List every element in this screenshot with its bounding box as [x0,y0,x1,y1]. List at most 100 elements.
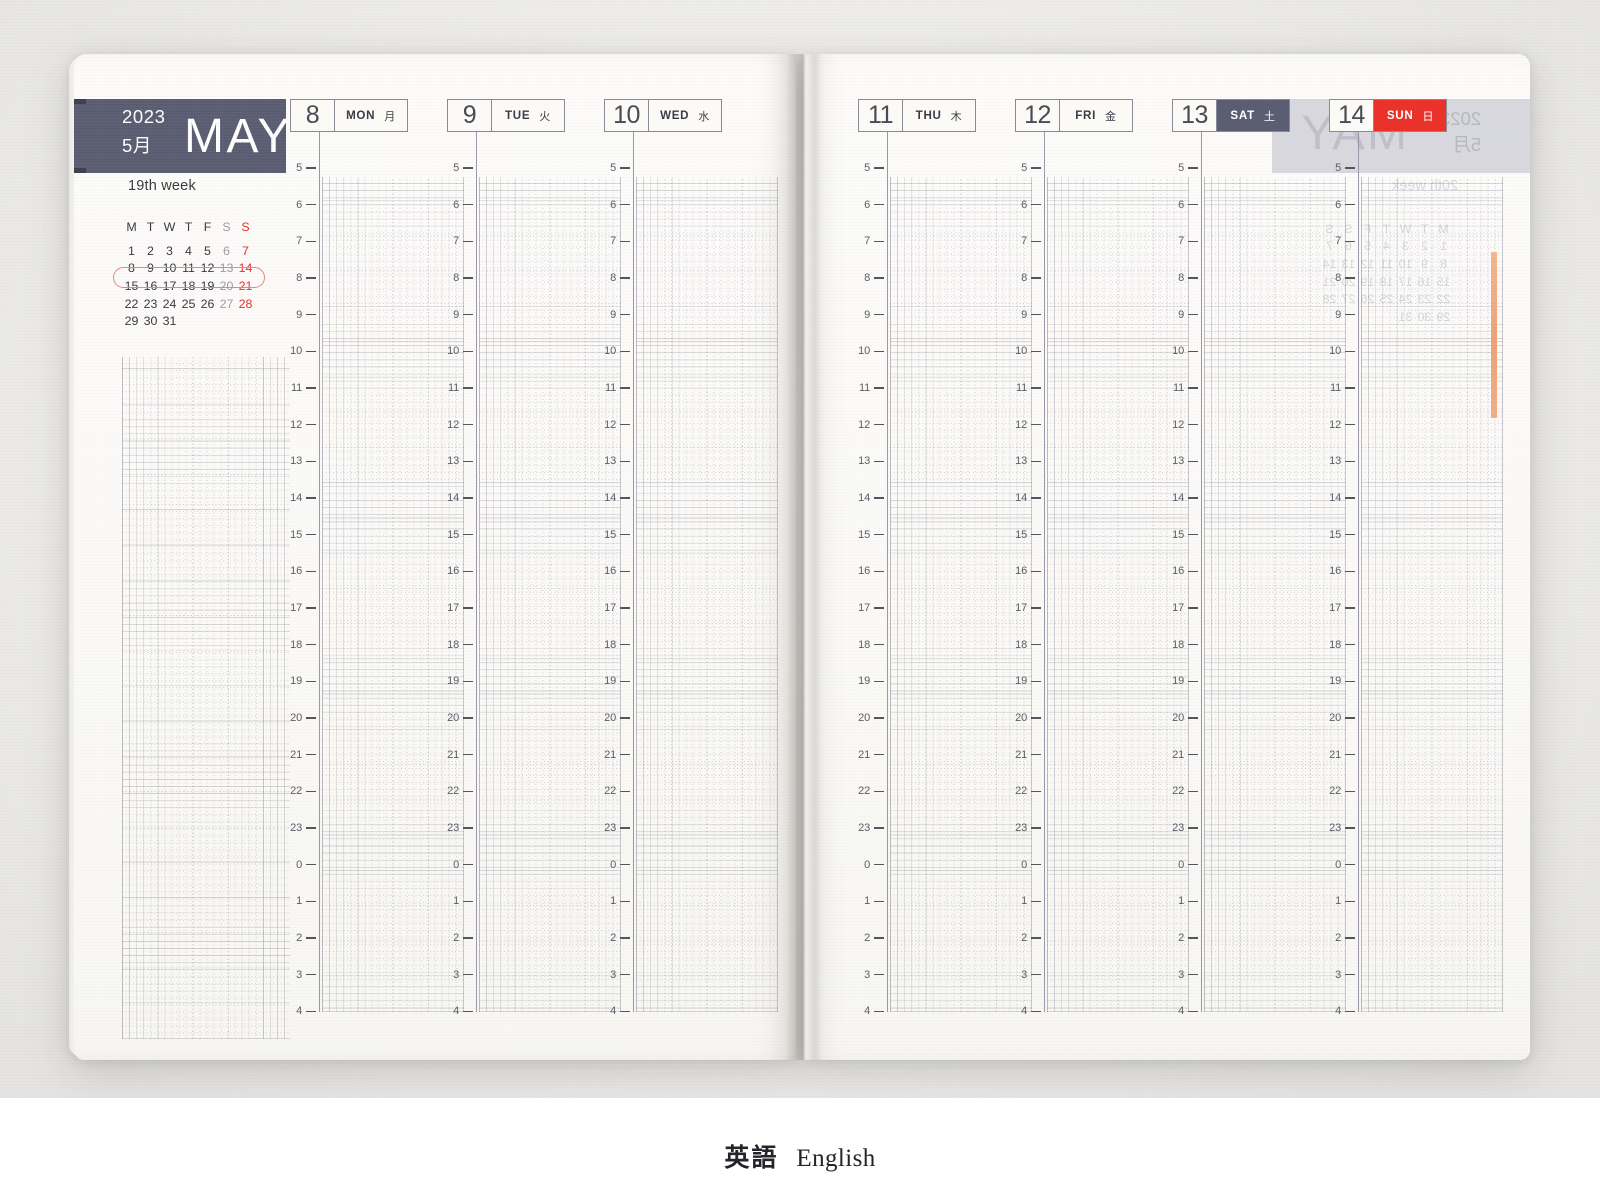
day-number: 14 [1330,100,1374,131]
day-header-14[interactable]: 14 SUN 日 [1329,99,1447,132]
day-weekday: WED 水 [649,100,721,131]
hour-label: 6 [1335,199,1355,211]
hour-tick-icon [1188,497,1198,499]
day-column-9[interactable]: 9 TUE 火 [447,99,565,132]
mini-calendar-day[interactable]: 26 [198,295,217,313]
mini-calendar-day[interactable]: 13 [217,260,236,278]
hour-label: 11 [859,382,884,394]
day-column-rule-8 [319,132,321,1012]
hour-label: 7 [296,235,316,247]
hour-label: 23 [447,822,473,834]
hour-tick-icon [1188,680,1198,683]
day-abbr: FRI [1075,109,1097,122]
hour-tick-icon [1031,937,1041,939]
day-column-rule-14 [1358,132,1360,1012]
mini-calendar-day[interactable]: 8 [122,260,141,278]
hour-tick-icon [1188,1010,1198,1013]
day-header-9[interactable]: 9 TUE 火 [447,99,565,132]
mini-calendar-day[interactable]: 4 [179,242,198,260]
hour-number: 18 [447,638,459,651]
hour-number: 12 [1329,418,1341,431]
hour-tick-icon [620,167,630,169]
hour-number: 15 [604,528,616,541]
hour-label: 23 [604,822,630,834]
mini-calendar-day[interactable]: 28 [236,295,255,313]
hour-number: 20 [1172,712,1184,724]
day-header-11[interactable]: 11 THU 木 [858,99,976,132]
mini-calendar-day[interactable]: 27 [217,295,236,313]
day-header-10[interactable]: 10 WED 水 [604,99,722,132]
month-banner: 2023 5月 MAY [74,99,286,173]
hour-label: 2 [1335,932,1355,944]
mini-calendar-day[interactable]: 11 [179,260,198,278]
hour-tick-icon [1345,717,1355,719]
hour-number: 7 [296,235,302,248]
mini-calendar-day[interactable]: 29 [122,312,141,330]
hour-number: 16 [858,565,870,578]
hour-tick-icon [1031,790,1041,793]
day-column-12[interactable]: 12 FRI 金 [1015,99,1133,132]
edition-caption: 英語 English [0,1138,1600,1174]
mini-calendar-day[interactable]: 16 [141,277,160,295]
hour-label: 12 [604,419,630,431]
hour-tick-icon [1188,533,1198,536]
hour-number: 19 [290,675,302,688]
mini-calendar-day[interactable]: 24 [160,295,179,313]
mini-calendar-day[interactable]: 23 [141,295,160,313]
day-header-13[interactable]: 13 SAT 土 [1172,99,1290,132]
hour-tick-icon [1345,350,1355,353]
mini-calendar-day[interactable]: 25 [179,295,198,313]
mini-calendar-day[interactable]: 9 [141,260,160,278]
hour-tick-icon [620,423,630,426]
mini-calendar-day[interactable]: 14 [236,260,255,278]
day-header-8[interactable]: 8 MON 月 [290,99,408,132]
hour-number: 18 [1172,638,1184,651]
mini-calendar-day[interactable]: 5 [198,242,217,260]
hour-tick-icon [874,863,884,866]
hour-number: 21 [447,748,459,761]
hour-tick-icon [1345,460,1355,463]
mini-calendar-day[interactable]: 20 [217,277,236,295]
mini-calendar-day[interactable]: 2 [141,242,160,260]
hour-number: 2 [1335,932,1341,944]
hour-number: 2 [1178,932,1184,944]
hour-number: 0 [1021,858,1027,871]
hour-number: 1 [453,895,459,908]
mini-calendar-day[interactable]: 18 [179,277,198,295]
mini-calendar-day[interactable]: 19 [198,277,217,295]
bookmark-ribbon [1491,252,1497,418]
day-header-12[interactable]: 12 FRI 金 [1015,99,1133,132]
day-column-10[interactable]: 10 WED 水 [604,99,722,132]
hour-label: 2 [1178,932,1198,944]
hour-tick-icon [1345,387,1355,389]
mini-calendar-day[interactable]: 17 [160,277,179,295]
mini-calendar-day[interactable]: 30 [141,312,160,330]
hour-label: 15 [1329,529,1355,541]
mini-calendar-day[interactable]: 12 [198,260,217,278]
hour-tick-icon [874,827,884,829]
mini-calendar-day[interactable]: 3 [160,242,179,260]
mini-calendar-day[interactable]: 22 [122,295,141,313]
mini-calendar-day[interactable]: 1 [122,242,141,260]
mini-calendar-day[interactable]: 6 [217,242,236,260]
hour-tick-icon [620,863,630,866]
hour-tick-icon [1031,277,1041,279]
mini-calendar-day[interactable]: 7 [236,242,255,260]
day-column-14[interactable]: 14 SUN 日 [1329,99,1447,132]
hour-tick-icon [306,900,316,903]
hour-tick-icon [1188,753,1198,756]
hour-number: 15 [1329,528,1341,541]
mini-calendar-day[interactable]: 21 [236,277,255,295]
hour-label: 21 [1015,749,1041,761]
mini-calendar-day[interactable]: 15 [122,277,141,295]
hour-axis-8: 5 6 7 8 9 10 11 12 13 14 15 16 17 18 19 20 21 22 23 0 1 2 3 4 [286,132,316,1017]
day-column-11[interactable]: 11 THU 木 [858,99,976,132]
day-column-8[interactable]: 8 MON 月 [290,99,408,132]
hour-label: 10 [447,345,473,357]
hour-label: 23 [858,822,884,834]
hour-axis-12: 5 6 7 8 9 10 11 12 13 14 15 16 17 18 19 20 21 22 23 0 1 2 3 4 [1011,132,1041,1017]
day-column-13[interactable]: 13 SAT 土 [1172,99,1290,132]
mini-calendar-day[interactable]: 31 [160,312,179,330]
mini-calendar: MTWTFSS 1 2 3 4 5 6 7 8 9 10 11 12 13 14 15 16 17 18 19 20 2… [113,220,265,330]
mini-calendar-day[interactable]: 10 [160,260,179,278]
